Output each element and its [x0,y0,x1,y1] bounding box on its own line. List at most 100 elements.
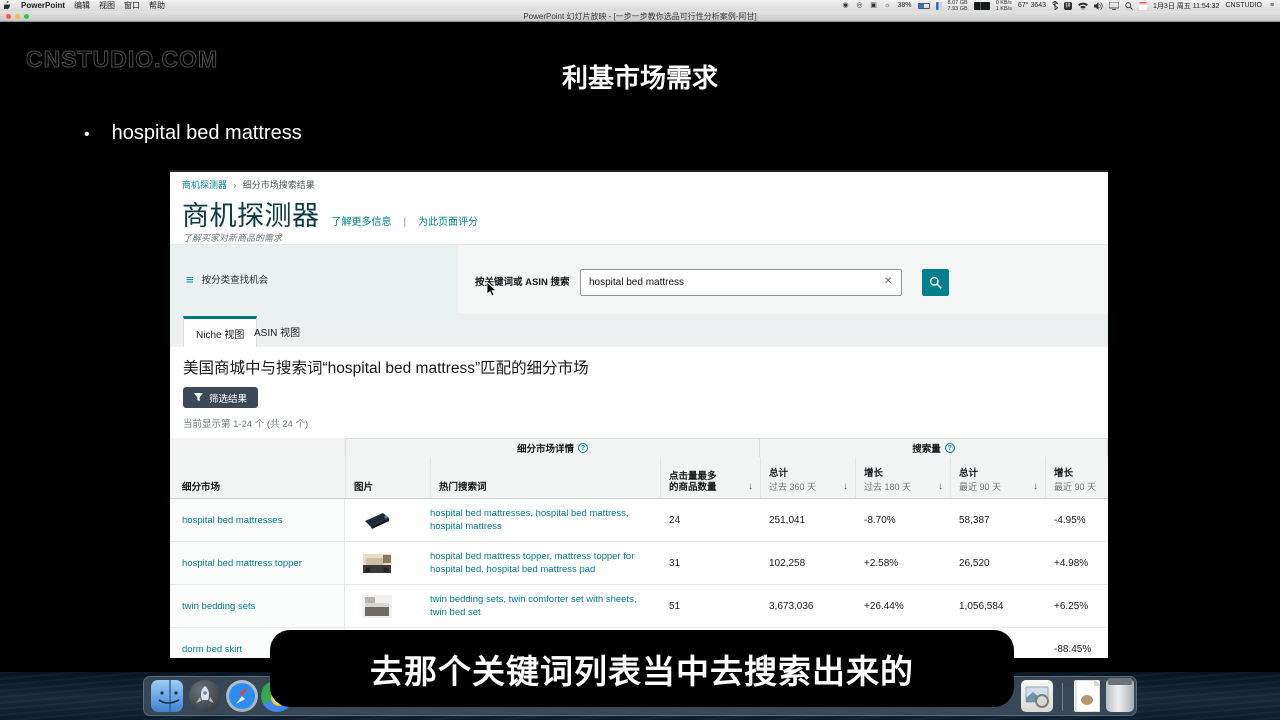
growth-90-value: +6.25% [1045,585,1108,627]
col-header-clicked-products[interactable]: 点击量最多 的商品数量 ↓ [660,457,760,498]
mouse-cursor [486,281,498,297]
col-header-growth-90[interactable]: 增长最近 90 天 [1045,457,1108,498]
breadcrumb-root-link[interactable]: 商机探测器 [182,180,227,190]
table-row: twin bedding sets twin bedding sets, twi… [170,585,1108,628]
col-header-growth-180[interactable]: 增长过去 180 天 ↓ [855,457,950,498]
menu-help[interactable]: 帮助 [149,0,165,11]
clicked-products-value: 24 [660,499,760,541]
battery-icon[interactable] [918,3,930,9]
sort-desc-icon[interactable]: ↓ [938,481,943,492]
app-status-icon[interactable]: ◉ [842,2,850,10]
search-button[interactable] [922,269,949,296]
total-360-value: 251,041 [760,499,855,541]
bluetooth-icon[interactable] [1052,1,1058,10]
col-header-total-360[interactable]: 总计过去 360 天 ↓ [760,457,855,498]
browse-by-category-button[interactable]: ≡ 按分类查找机会 [170,245,458,313]
total-360-value: 102,258 [760,542,855,584]
battery-percent: 38% [898,2,912,9]
total-360-value: 3,673,036 [760,585,855,627]
search-input[interactable] [580,269,902,296]
col-header-total-90[interactable]: 总计最近 90 天 ↓ [950,457,1045,498]
col-header-niche: 细分市场 [170,457,345,498]
bullet-dot-icon: • [84,122,90,148]
wifi-icon[interactable] [1078,2,1088,10]
top-search-terms[interactable]: hospital bed mattresses, hospital bed ma… [430,507,650,533]
menu-app-name[interactable]: PowerPoint [21,1,65,10]
notification-center-icon[interactable]: ≡ [1268,2,1276,10]
rate-page-link[interactable]: 为此页面评分 [418,213,478,228]
sort-desc-icon[interactable]: ↓ [843,481,848,492]
apple-icon[interactable] [4,1,12,10]
tab-asin-view[interactable]: ASIN 视图 [242,316,312,347]
total-90-value: 1,056,584 [950,585,1045,627]
clicked-products-value: 31 [660,542,760,584]
hamburger-icon: ≡ [186,273,194,286]
menubar-account[interactable]: CNSTUDIO [1225,2,1262,9]
group-header-search-volume: 搜索量 ? [760,438,1108,457]
clear-search-icon[interactable]: ✕ [884,276,892,287]
sort-desc-icon[interactable]: ↓ [748,481,753,492]
magnifier-icon [929,276,942,289]
close-window-button[interactable] [6,14,11,19]
product-image [359,550,395,577]
total-90-value: 26,520 [950,542,1045,584]
volume-icon[interactable] [1094,2,1103,10]
menubar-clock[interactable]: 1月3日 周五 11:54:32 [1153,1,1219,11]
clicked-products-value: 51 [660,585,760,627]
help-icon[interactable]: ? [578,443,588,453]
finder-icon[interactable] [151,680,183,712]
cpu-history-icon[interactable] [974,2,990,10]
browse-by-category-label: 按分类查找机会 [202,272,269,286]
menu-window[interactable]: 窗口 [124,0,140,11]
memory-bars-icon[interactable] [936,2,942,10]
zoom-window-button[interactable] [24,14,29,19]
launchpad-icon[interactable] [189,680,221,712]
input-method-icon[interactable]: 拼 [1064,2,1072,10]
minimize-window-button[interactable] [15,14,20,19]
top-search-terms[interactable]: twin bedding sets, twin comforter set wi… [430,593,650,619]
col-header-image: 图片 [345,457,430,498]
menu-edit[interactable]: 编辑 [74,0,90,11]
page-title: 商机探测器 [182,194,320,233]
filter-results-button[interactable]: 筛选结果 [183,387,258,408]
menu-view[interactable]: 视图 [99,0,115,11]
dock-divider [1062,683,1063,711]
eye-icon[interactable]: ◎ [856,2,864,10]
niche-link[interactable]: hospital bed mattresses [182,515,282,526]
alert-box-icon[interactable]: ▣ [870,2,878,10]
network-speed-readout: 0 KB/s1 KB/s [996,0,1012,12]
help-icon[interactable]: ? [945,443,955,453]
group-header-niche-details: 细分市场详情 ? [345,438,760,457]
top-search-terms[interactable]: hospital bed mattress topper, mattress t… [430,550,650,576]
macos-menu-bar: PowerPoint 编辑 视图 窗口 帮助 ◉ ◎ ▣ ☼ 38% 8.07 … [0,0,1280,11]
document-icon[interactable] [1074,680,1100,712]
desktop: PowerPoint 编辑 视图 窗口 帮助 ◉ ◎ ▣ ☼ 38% 8.07 … [0,0,1280,720]
window-title: PowerPoint 幻灯片放映 - [一步一步教你选品可行性分析案例-阿甘] [523,11,756,22]
growth-90-value: -88.45% [1045,628,1108,658]
growth-90-value: -4.95% [1045,499,1108,541]
growth-180-value: +26.44% [855,585,950,627]
display-mirroring-icon[interactable] [1109,2,1119,10]
safari-icon[interactable] [226,680,258,712]
niche-link[interactable]: twin bedding sets [182,601,255,612]
slide-bullet: • hospital bed mattress [84,122,302,148]
subtitle-caption: 去那个关键词列表当中去搜索出来的 [270,630,1014,707]
breadcrumb-separator-icon: › [234,181,237,190]
view-tabs: Niche 视图 ASIN 视图 [170,313,1108,347]
brightness-icon[interactable]: ☼ [884,2,892,10]
preview-icon[interactable] [1021,680,1053,712]
bullet-text: hospital bed mattress [112,122,302,148]
table-row: hospital bed mattresses hospital bed mat… [170,499,1108,542]
niche-link[interactable]: dorm bed skirt [182,644,242,655]
results-count: 当前显示第 1-24 个 (共 24 个) [183,416,308,430]
niche-link[interactable]: hospital bed mattress topper [182,558,302,569]
calendar-icon[interactable] [1139,2,1147,10]
growth-180-value: -8.70% [855,499,950,541]
spotlight-search-icon[interactable] [1125,2,1133,10]
learn-more-link[interactable]: 了解更多信息 [332,213,392,228]
growth-90-value: +4.98% [1045,542,1108,584]
trash-icon[interactable] [1106,680,1134,712]
window-title-bar: PowerPoint 幻灯片放映 - [一步一步教你选品可行性分析案例-阿甘] [0,11,1280,22]
sort-desc-icon[interactable]: ↓ [1033,481,1038,492]
breadcrumb: 商机探测器 › 细分市场搜索结果 [182,178,315,191]
